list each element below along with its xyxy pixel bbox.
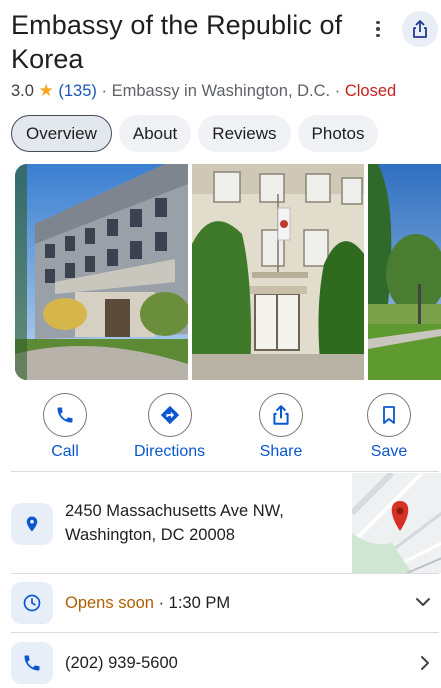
star-icon: ★ xyxy=(38,81,54,100)
save-label: Save xyxy=(370,443,408,460)
tab-photos[interactable]: Photos xyxy=(297,115,379,152)
place-meta: 3.0 ★ (135) · Embassy in Washington, D.C… xyxy=(11,81,397,100)
clock-icon xyxy=(23,594,41,612)
address-text[interactable]: 2450 Massachusetts Ave NW, Washington, D… xyxy=(65,499,284,547)
location-pin-icon xyxy=(26,516,38,532)
open-status: Closed xyxy=(344,82,397,100)
place-tabs: Overview About Reviews Photos xyxy=(11,115,379,152)
hours-row[interactable]: Opens soon · 1:30 PM xyxy=(11,574,441,632)
hours-icon-box xyxy=(11,582,53,624)
more-vert-icon xyxy=(376,20,380,25)
directions-button[interactable]: Directions xyxy=(134,393,205,461)
divider xyxy=(11,471,439,472)
chevron-down-icon[interactable] xyxy=(415,596,431,608)
call-label: Call xyxy=(51,443,79,460)
tab-reviews[interactable]: Reviews xyxy=(198,115,291,152)
address-row[interactable]: 2450 Massachusetts Ave NW, Washington, D… xyxy=(11,473,441,573)
place-title: Embassy of the Republic of Korea xyxy=(11,10,343,74)
hours-time: 1:30 PM xyxy=(168,594,231,612)
phone-icon xyxy=(24,655,40,671)
photo-carousel[interactable] xyxy=(15,164,441,380)
phone-icon xyxy=(57,407,73,423)
share-icon xyxy=(413,20,427,38)
bookmark-icon xyxy=(383,406,395,424)
hours-status: Opens soon xyxy=(65,594,154,612)
place-category: Embassy in Washington, D.C. xyxy=(111,82,331,100)
tab-about[interactable]: About xyxy=(118,115,192,152)
call-button[interactable]: Call xyxy=(43,393,87,461)
photo-building-exterior[interactable] xyxy=(15,164,188,380)
phone-row[interactable]: (202) 939-5600 xyxy=(11,633,441,688)
photo-entrance-flag[interactable] xyxy=(192,164,364,380)
chevron-right-icon[interactable] xyxy=(419,655,431,671)
directions-label: Directions xyxy=(134,443,206,460)
map-thumbnail[interactable] xyxy=(352,473,441,573)
more-options-button[interactable] xyxy=(368,18,388,40)
action-bar: Call Directions Share Save xyxy=(0,393,441,463)
address-line2: Washington, DC 20008 xyxy=(65,526,235,544)
address-line1: 2450 Massachusetts Ave NW, xyxy=(65,502,284,520)
address-icon-box xyxy=(11,503,53,545)
rating-value: 3.0 xyxy=(11,82,34,100)
share-button[interactable]: Share xyxy=(259,393,303,461)
phone-icon-box xyxy=(11,642,53,684)
share-icon xyxy=(273,405,289,425)
directions-icon xyxy=(160,405,179,425)
share-header-button[interactable] xyxy=(402,11,438,47)
phone-number[interactable]: (202) 939-5600 xyxy=(65,654,178,673)
share-label: Share xyxy=(259,443,303,460)
hours-text: Opens soon · 1:30 PM xyxy=(65,594,231,612)
review-count-link[interactable]: (135) xyxy=(58,82,97,100)
tab-overview[interactable]: Overview xyxy=(11,115,112,152)
photo-grounds[interactable] xyxy=(368,164,441,380)
save-button[interactable]: Save xyxy=(367,393,411,461)
place-header: Embassy of the Republic of Korea xyxy=(11,8,361,76)
